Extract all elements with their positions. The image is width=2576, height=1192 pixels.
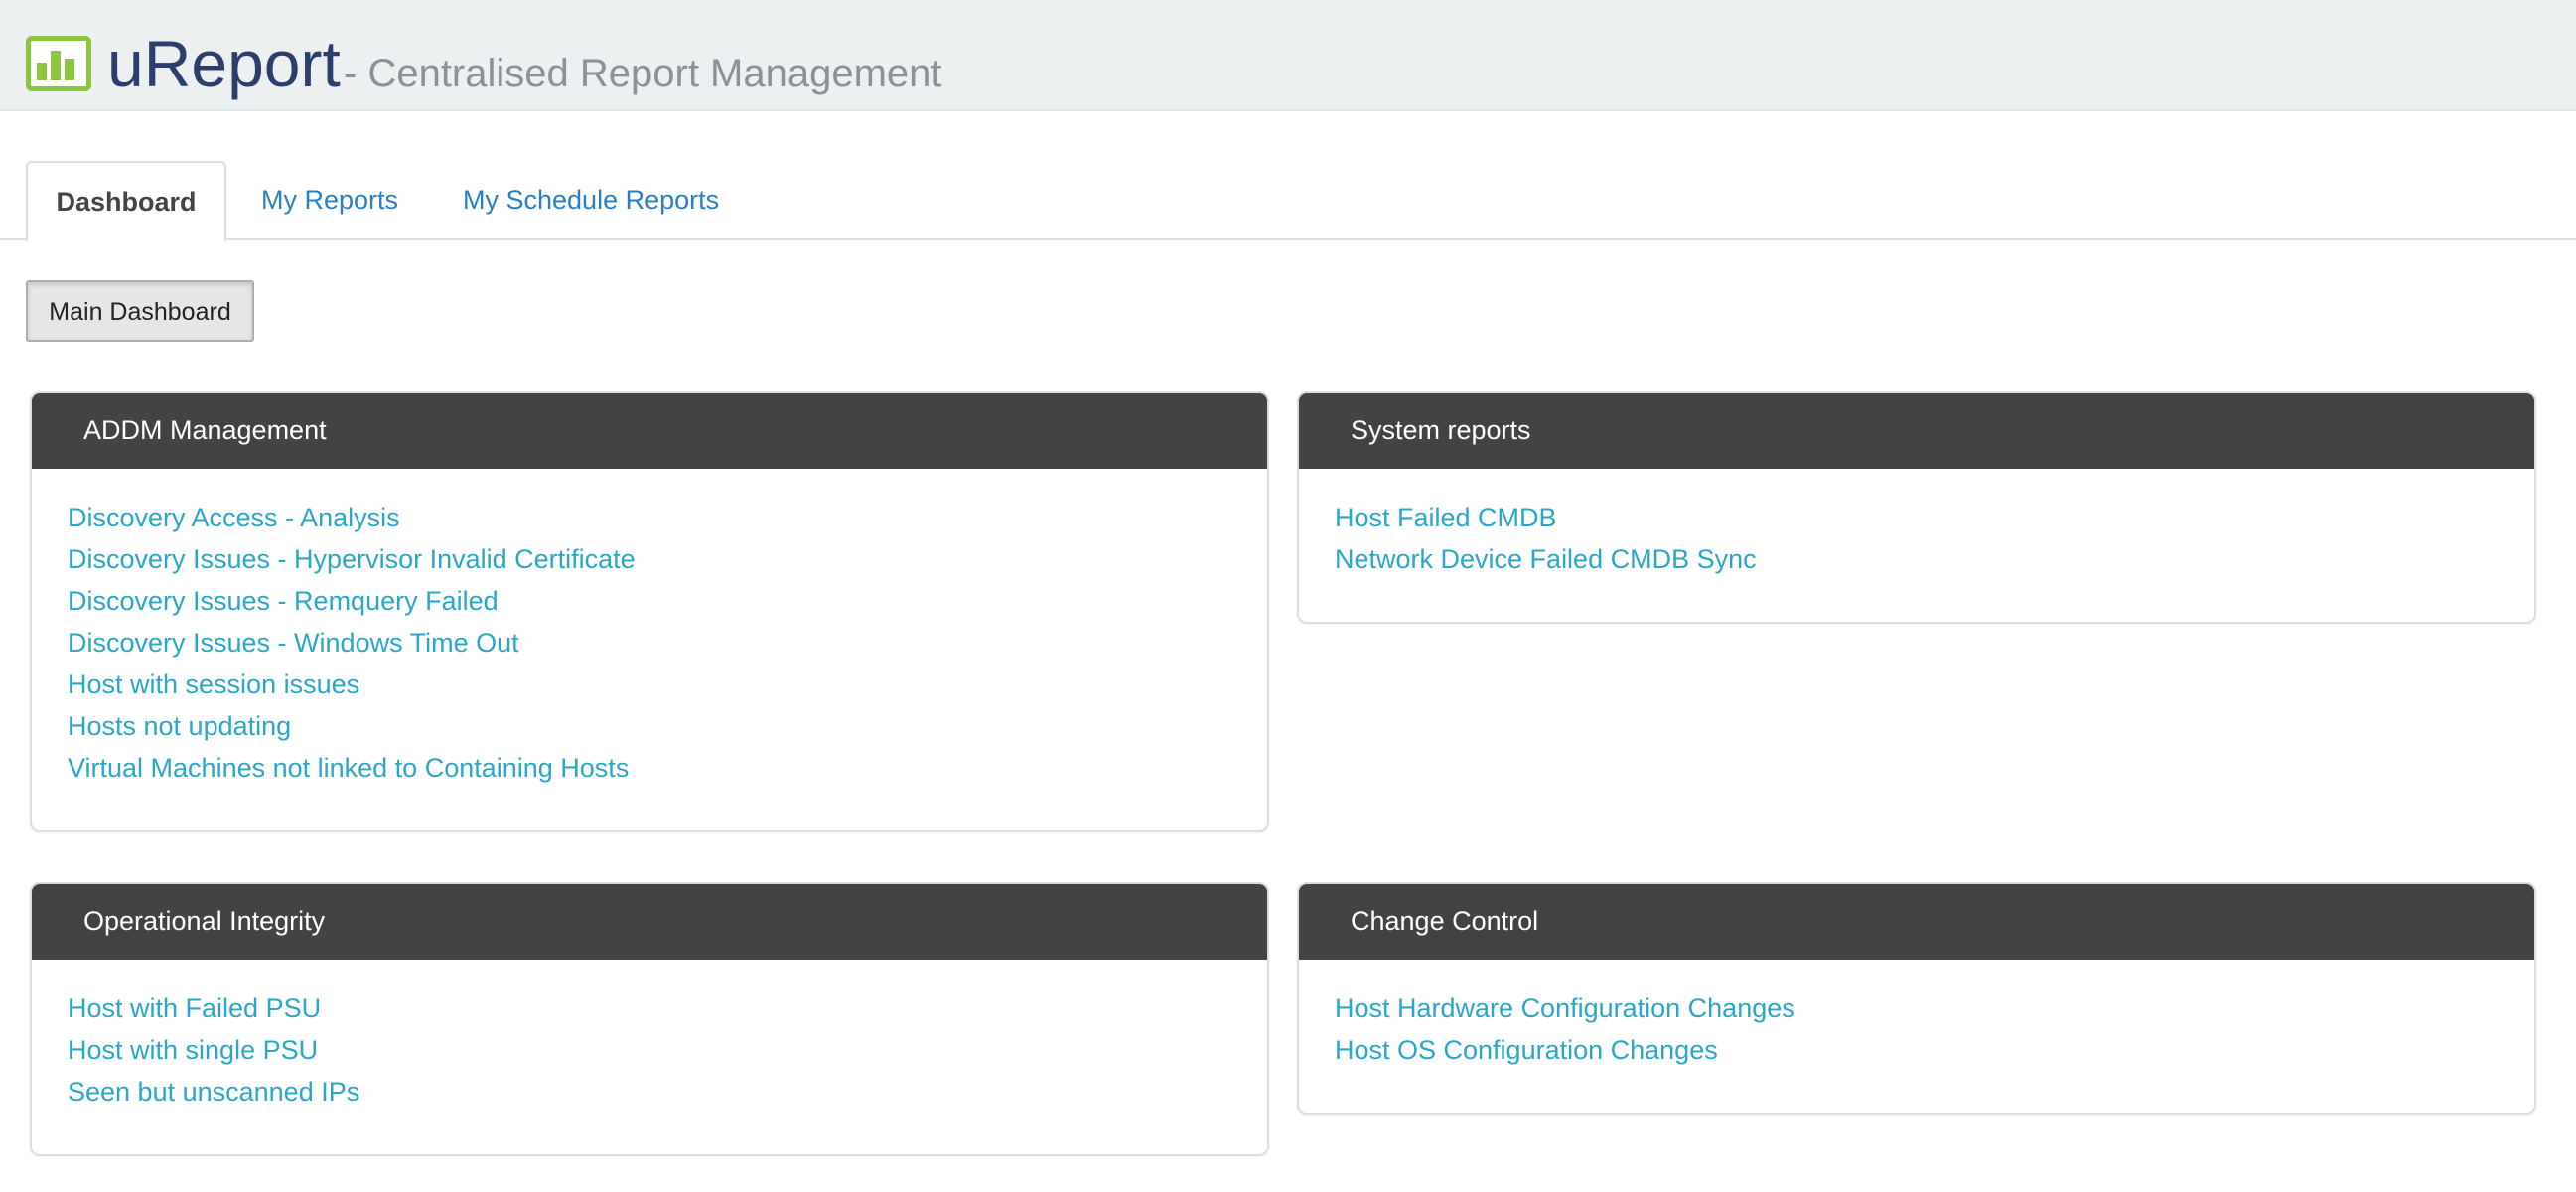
tab-my-reports[interactable]: My Reports: [261, 161, 398, 240]
report-link[interactable]: Host Failed CMDB: [1335, 497, 2534, 538]
bar-chart-icon: [26, 36, 91, 91]
report-link[interactable]: Discovery Issues - Hypervisor Invalid Ce…: [68, 538, 1267, 580]
brand-tagline: - Centralised Report Management: [344, 52, 942, 95]
panel-title: System reports: [1299, 393, 2534, 469]
panel-body: Discovery Access - Analysis Discovery Is…: [32, 469, 1267, 789]
tab-my-schedule-reports[interactable]: My Schedule Reports: [463, 161, 719, 240]
report-link[interactable]: Hosts not updating: [68, 705, 1267, 747]
panel-title: Operational Integrity: [32, 884, 1267, 960]
report-link[interactable]: Discovery Issues - Windows Time Out: [68, 622, 1267, 664]
panel-change-control: Change Control Host Hardware Configurati…: [1297, 882, 2536, 1115]
panel-body: Host Failed CMDB Network Device Failed C…: [1299, 469, 2534, 580]
panel-title: ADDM Management: [32, 393, 1267, 469]
report-link[interactable]: Virtual Machines not linked to Containin…: [68, 747, 1267, 789]
report-link[interactable]: Seen but unscanned IPs: [68, 1071, 1267, 1113]
main-dashboard-button[interactable]: Main Dashboard: [26, 280, 254, 342]
report-link[interactable]: Discovery Access - Analysis: [68, 497, 1267, 538]
report-link[interactable]: Host with single PSU: [68, 1029, 1267, 1071]
app-header: uReport - Centralised Report Management: [0, 0, 2576, 111]
panel-title: Change Control: [1299, 884, 2534, 960]
report-link[interactable]: Discovery Issues - Remquery Failed: [68, 580, 1267, 622]
report-link[interactable]: Host Hardware Configuration Changes: [1335, 987, 2534, 1029]
panel-system-reports: System reports Host Failed CMDB Network …: [1297, 391, 2536, 624]
nav-tabs: Dashboard My Reports My Schedule Reports: [0, 161, 2576, 242]
report-link[interactable]: Network Device Failed CMDB Sync: [1335, 538, 2534, 580]
report-link[interactable]: Host OS Configuration Changes: [1335, 1029, 2534, 1071]
report-link[interactable]: Host with Failed PSU: [68, 987, 1267, 1029]
brand-name: uReport: [107, 27, 341, 100]
tab-dashboard[interactable]: Dashboard: [26, 161, 226, 242]
panel-operational-integrity: Operational Integrity Host with Failed P…: [30, 882, 1269, 1156]
panel-body: Host Hardware Configuration Changes Host…: [1299, 960, 2534, 1071]
report-link[interactable]: Host with session issues: [68, 664, 1267, 705]
panel-addm-management: ADDM Management Discovery Access - Analy…: [30, 391, 1269, 832]
panel-body: Host with Failed PSU Host with single PS…: [32, 960, 1267, 1113]
